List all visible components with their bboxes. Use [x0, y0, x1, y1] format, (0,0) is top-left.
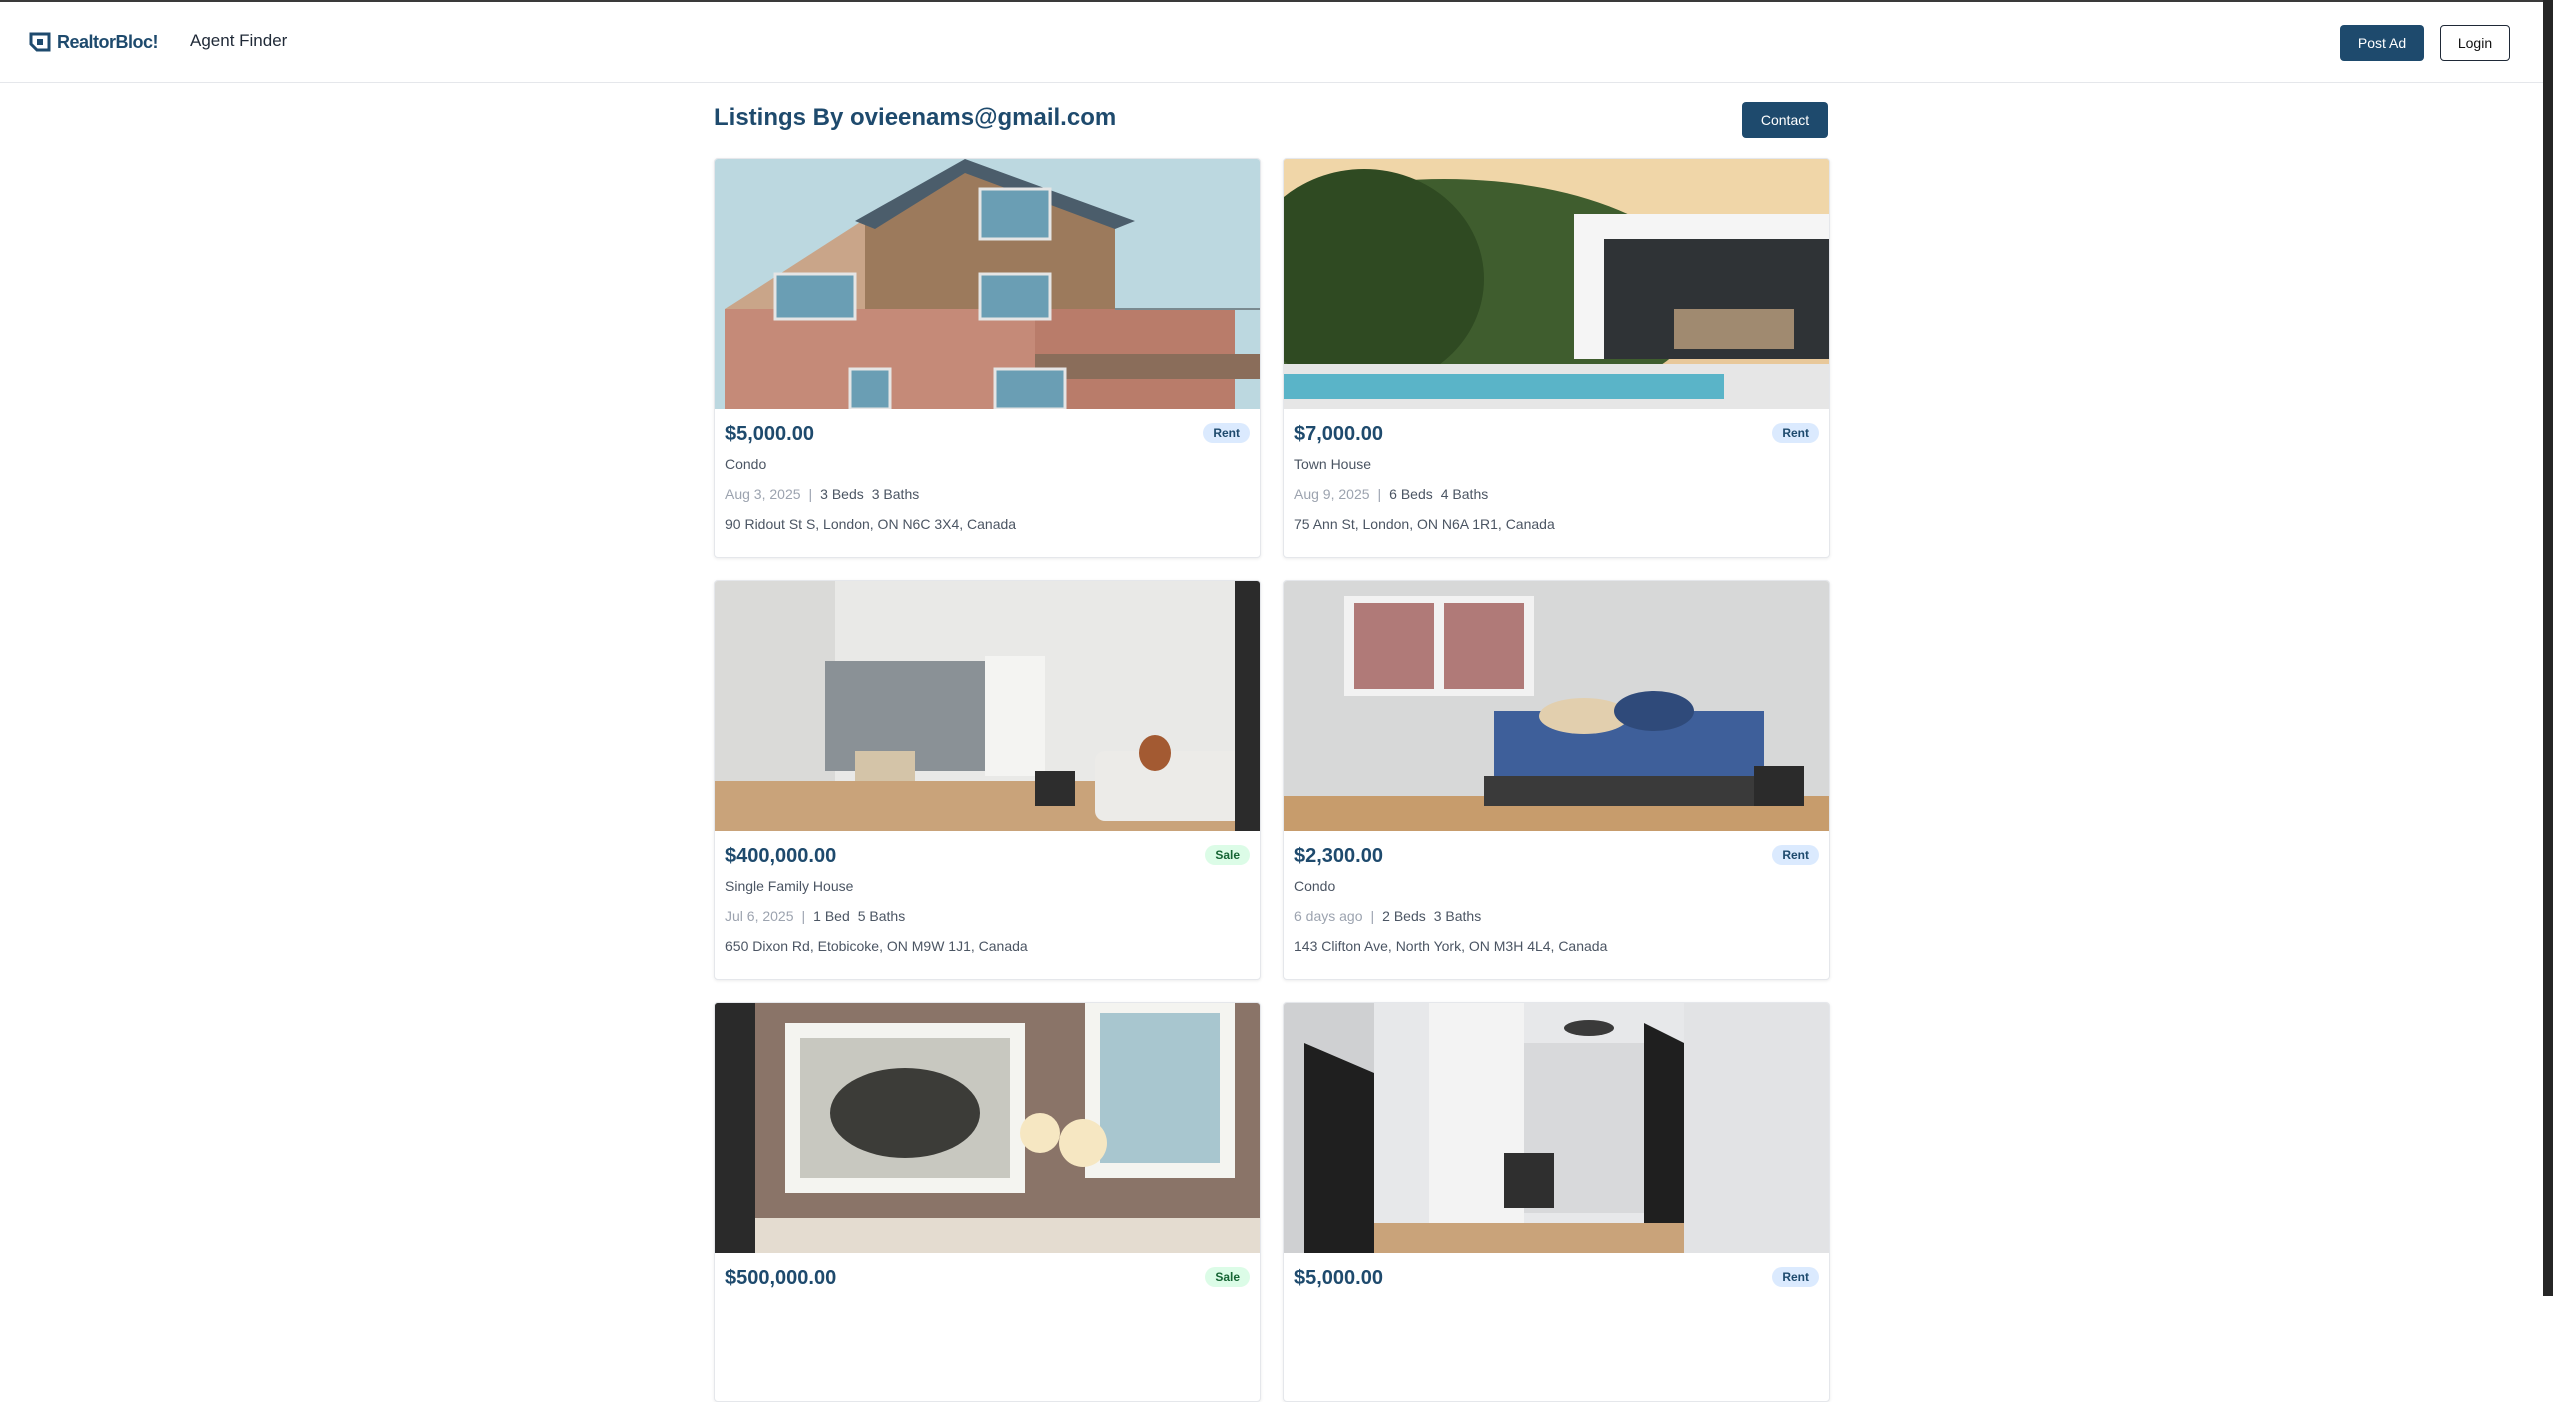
property-type: Condo	[725, 456, 767, 472]
nav-agent-finder[interactable]: Agent Finder	[190, 31, 287, 51]
contact-button[interactable]: Contact	[1742, 102, 1828, 138]
listing-price: $5,000.00	[725, 423, 814, 445]
listing-card[interactable]: $5,000.00 Rent	[1283, 1002, 1830, 1402]
baths-count: 3 Baths	[871, 486, 920, 502]
property-type: Town House	[1294, 456, 1372, 472]
meta-separator: |	[801, 908, 806, 924]
property-type: Condo	[1294, 878, 1336, 894]
art-wall-photo[interactable]	[715, 1003, 1260, 1253]
bedroom-photo[interactable]	[1284, 581, 1829, 831]
listing-meta: 6 days ago | 2 Beds 3 Baths	[1294, 908, 1481, 924]
beds-count: 1 Bed	[813, 908, 850, 924]
status-badge: Rent	[1772, 1267, 1819, 1287]
listing-card[interactable]: $500,000.00 Sale	[714, 1002, 1261, 1402]
baths-count: 4 Baths	[1440, 486, 1489, 502]
listing-price: $2,300.00	[1294, 845, 1383, 867]
beds-count: 2 Beds	[1382, 908, 1426, 924]
baths-count: 3 Baths	[1433, 908, 1482, 924]
status-badge: Rent	[1203, 423, 1250, 443]
listing-price: $500,000.00	[725, 1267, 837, 1289]
site-header: RealtorBloc! Agent Finder Post Ad Login	[0, 2, 2543, 83]
listing-address: 90 Ridout St S, London, ON N6C 3X4, Cana…	[725, 516, 1017, 532]
listing-card[interactable]: $7,000.00 Rent Town House Aug 9, 2025 | …	[1283, 158, 1830, 558]
login-button[interactable]: Login	[2440, 25, 2510, 61]
page-title: Listings By ovieenams@gmail.com	[714, 104, 1117, 131]
listing-price: $400,000.00	[725, 845, 837, 867]
status-badge: Rent	[1772, 845, 1819, 865]
status-badge: Sale	[1205, 1267, 1250, 1287]
listing-date: Aug 3, 2025	[725, 486, 801, 502]
house-exterior-photo[interactable]	[715, 159, 1260, 409]
listing-card[interactable]: $2,300.00 Rent Condo 6 days ago | 2 Beds…	[1283, 580, 1830, 980]
scrollbar[interactable]	[2543, 0, 2553, 1296]
listing-date: Aug 9, 2025	[1294, 486, 1370, 502]
listing-card[interactable]: $5,000.00 Rent Condo Aug 3, 2025 | 3 Bed…	[714, 158, 1261, 558]
meta-separator: |	[1377, 486, 1382, 502]
listing-meta: Jul 6, 2025 | 1 Bed 5 Baths	[725, 908, 905, 924]
meta-separator: |	[808, 486, 813, 502]
post-ad-button[interactable]: Post Ad	[2340, 25, 2424, 61]
listing-meta: Aug 3, 2025 | 3 Beds 3 Baths	[725, 486, 919, 502]
listing-address: 650 Dixon Rd, Etobicoke, ON M9W 1J1, Can…	[725, 938, 1028, 954]
meta-separator: |	[1370, 908, 1375, 924]
brand-name: RealtorBloc!	[57, 31, 159, 52]
listing-date: Jul 6, 2025	[725, 908, 794, 924]
listing-address: 143 Clifton Ave, North York, ON M3H 4L4,…	[1294, 938, 1608, 954]
listing-price: $7,000.00	[1294, 423, 1383, 445]
status-badge: Sale	[1205, 845, 1250, 865]
listing-card[interactable]: $400,000.00 Sale Single Family House Jul…	[714, 580, 1261, 980]
beds-count: 6 Beds	[1389, 486, 1433, 502]
listing-price: $5,000.00	[1294, 1267, 1383, 1289]
status-badge: Rent	[1772, 423, 1819, 443]
realtorbloc-logo-icon	[29, 32, 51, 52]
beds-count: 3 Beds	[820, 486, 864, 502]
listing-meta: Aug 9, 2025 | 6 Beds 4 Baths	[1294, 486, 1488, 502]
property-type: Single Family House	[725, 878, 854, 894]
baths-count: 5 Baths	[857, 908, 906, 924]
living-room-photo[interactable]	[715, 581, 1260, 831]
hallway-photo[interactable]	[1284, 1003, 1829, 1253]
pool-patio-photo[interactable]	[1284, 159, 1829, 409]
listing-date: 6 days ago	[1294, 908, 1363, 924]
brand-logo[interactable]: RealtorBloc!	[29, 31, 159, 53]
listing-address: 75 Ann St, London, ON N6A 1R1, Canada	[1294, 516, 1555, 532]
